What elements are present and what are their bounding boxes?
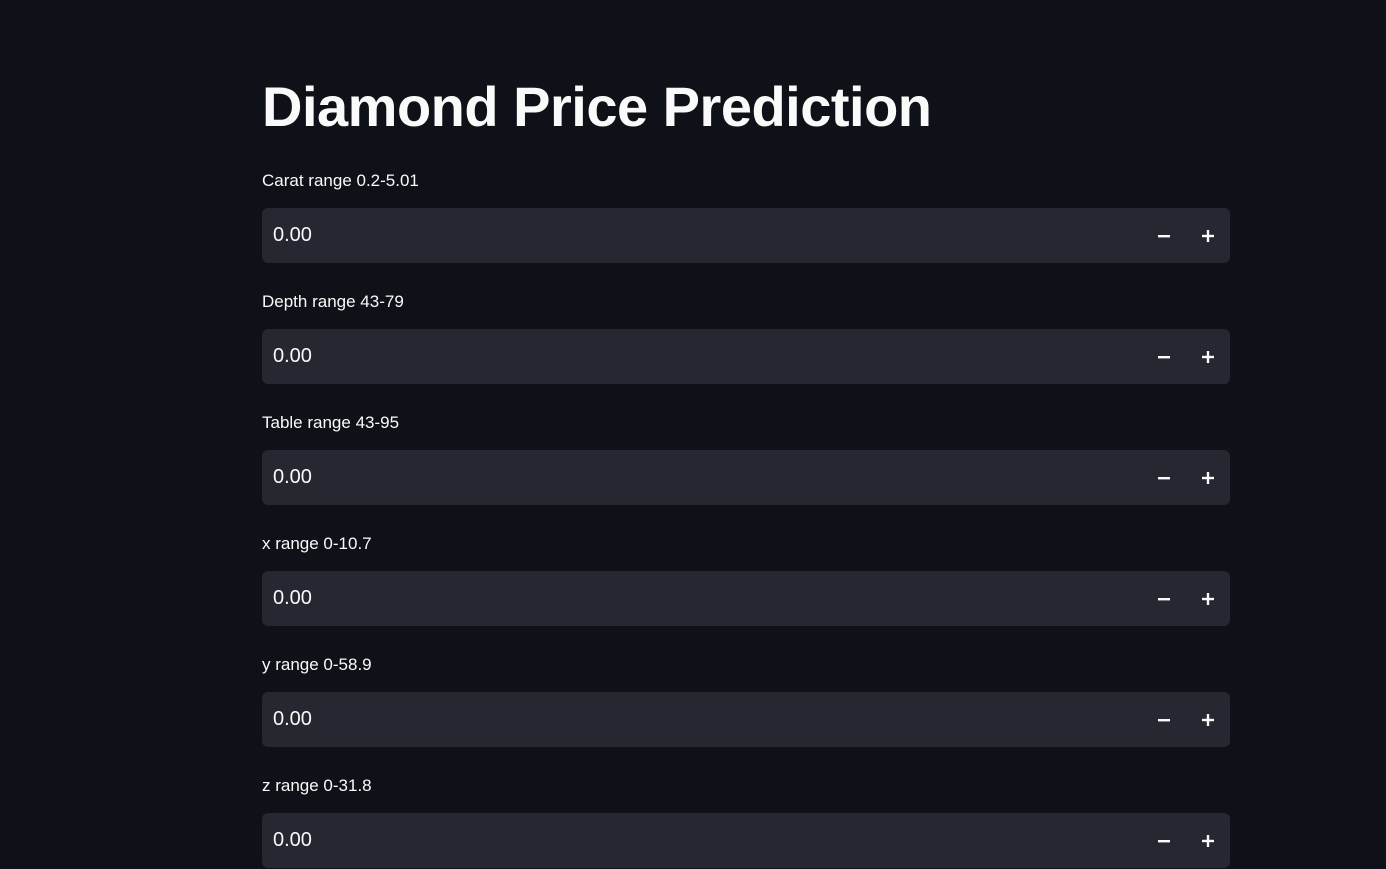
plus-icon	[1202, 834, 1214, 847]
z-field: z range 0-31.8	[262, 775, 1230, 868]
minus-icon	[1158, 355, 1170, 358]
plus-icon	[1202, 471, 1214, 484]
plus-icon	[1202, 592, 1214, 605]
table-decrement-button[interactable]	[1142, 450, 1186, 505]
depth-input[interactable]	[262, 329, 1142, 384]
table-field: Table range 43-95	[262, 412, 1230, 505]
carat-number-input	[262, 208, 1230, 263]
carat-field: Carat range 0.2-5.01	[262, 170, 1230, 263]
z-label: z range 0-31.8	[262, 776, 372, 795]
y-decrement-button[interactable]	[1142, 692, 1186, 747]
depth-increment-button[interactable]	[1186, 329, 1230, 384]
y-field: y range 0-58.9	[262, 654, 1230, 747]
minus-icon	[1158, 234, 1170, 237]
page-title: Diamond Price Prediction	[262, 75, 932, 138]
carat-label: Carat range 0.2-5.01	[262, 171, 419, 190]
table-input[interactable]	[262, 450, 1142, 505]
y-input[interactable]	[262, 692, 1142, 747]
app-page: Diamond Price Prediction Carat range 0.2…	[0, 0, 1386, 869]
minus-icon	[1158, 597, 1170, 600]
z-decrement-button[interactable]	[1142, 813, 1186, 868]
y-number-input	[262, 692, 1230, 747]
x-field: x range 0-10.7	[262, 533, 1230, 626]
minus-icon	[1158, 476, 1170, 479]
carat-decrement-button[interactable]	[1142, 208, 1186, 263]
table-number-input	[262, 450, 1230, 505]
y-label: y range 0-58.9	[262, 655, 372, 674]
plus-icon	[1202, 350, 1214, 363]
z-number-input	[262, 813, 1230, 868]
x-decrement-button[interactable]	[1142, 571, 1186, 626]
y-increment-button[interactable]	[1186, 692, 1230, 747]
x-number-input	[262, 571, 1230, 626]
z-input[interactable]	[262, 813, 1142, 868]
x-increment-button[interactable]	[1186, 571, 1230, 626]
plus-icon	[1202, 713, 1214, 726]
plus-icon	[1202, 229, 1214, 242]
x-label: x range 0-10.7	[262, 534, 372, 553]
minus-icon	[1158, 839, 1170, 842]
table-increment-button[interactable]	[1186, 450, 1230, 505]
depth-number-input	[262, 329, 1230, 384]
z-increment-button[interactable]	[1186, 813, 1230, 868]
depth-label: Depth range 43-79	[262, 292, 404, 311]
x-input[interactable]	[262, 571, 1142, 626]
carat-increment-button[interactable]	[1186, 208, 1230, 263]
carat-input[interactable]	[262, 208, 1142, 263]
minus-icon	[1158, 718, 1170, 721]
table-label: Table range 43-95	[262, 413, 400, 432]
depth-field: Depth range 43-79	[262, 291, 1230, 384]
depth-decrement-button[interactable]	[1142, 329, 1186, 384]
